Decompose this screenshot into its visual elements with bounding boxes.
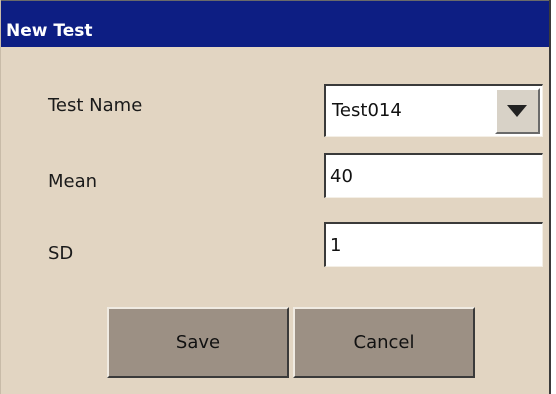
sd-label: SD — [48, 243, 74, 264]
new-test-dialog: New Test Test Name Test014 Mean SD Save … — [0, 0, 551, 394]
dialog-title: New Test — [6, 21, 93, 41]
cancel-button[interactable]: Cancel — [293, 307, 475, 378]
mean-input[interactable] — [324, 153, 543, 198]
dropdown-button[interactable] — [495, 88, 540, 134]
test-name-value: Test014 — [332, 100, 402, 121]
chevron-down-icon — [507, 105, 527, 117]
sd-input[interactable] — [324, 222, 543, 267]
test-name-dropdown[interactable]: Test014 — [324, 84, 543, 137]
test-name-label: Test Name — [48, 95, 143, 116]
mean-label: Mean — [48, 171, 98, 192]
save-button[interactable]: Save — [107, 307, 289, 378]
title-bar: New Test — [1, 0, 549, 47]
